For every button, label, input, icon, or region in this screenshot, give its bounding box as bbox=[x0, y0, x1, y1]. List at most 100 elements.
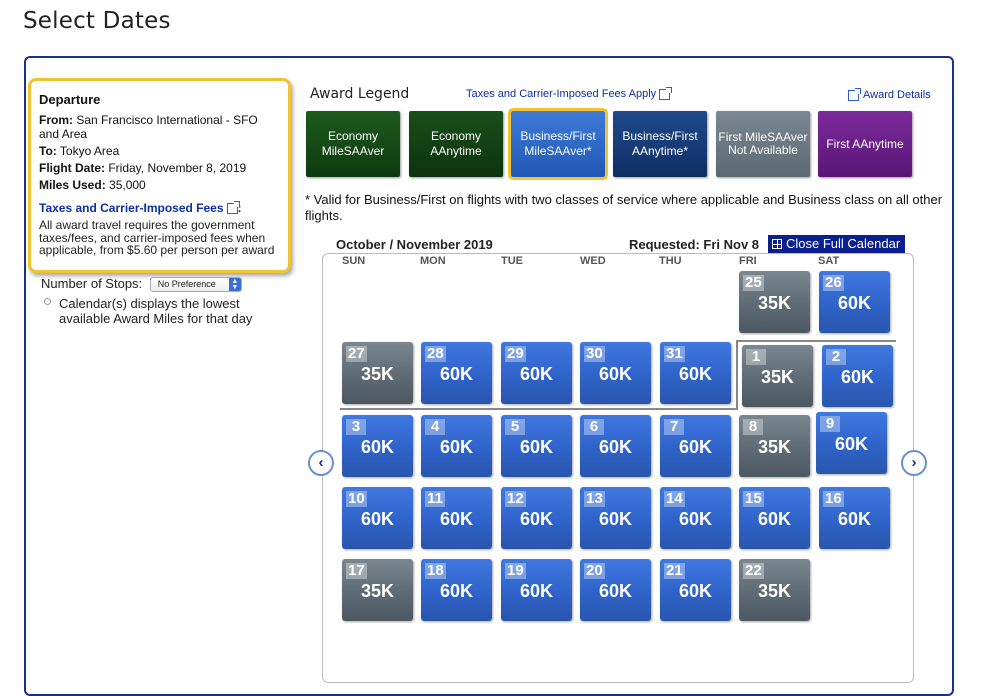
stops-filter: Number of Stops: No Preference ▲ ▼ bbox=[41, 276, 242, 293]
calendar-day[interactable]: 21 60K bbox=[660, 559, 731, 621]
calendar-day[interactable]: 29 60K bbox=[501, 342, 572, 404]
weekday-label: WED bbox=[580, 255, 606, 267]
calendar-day[interactable]: 22 35K bbox=[739, 559, 810, 621]
calendar-day[interactable]: 11 60K bbox=[421, 487, 492, 549]
from-row: From: San Francisco International - SFO … bbox=[39, 113, 280, 141]
weekday-label: TUE bbox=[501, 255, 523, 267]
calendar-day[interactable]: 1 35K bbox=[742, 345, 813, 407]
day-miles: 35K bbox=[757, 581, 792, 601]
external-link-icon bbox=[659, 86, 673, 100]
legend-business-first-milesaaver[interactable]: Business/First MileSAAver* bbox=[508, 108, 608, 180]
day-number: 29 bbox=[505, 345, 526, 362]
calendar-day[interactable]: 14 60K bbox=[660, 487, 731, 549]
calendar-day[interactable]: 30 60K bbox=[580, 342, 651, 404]
day-miles: 60K bbox=[678, 364, 713, 384]
departure-summary: Departure From: San Francisco Internatio… bbox=[28, 78, 291, 273]
day-number: 21 bbox=[664, 562, 685, 579]
taxes-fees-apply-link[interactable]: Taxes and Carrier-Imposed Fees Apply bbox=[466, 86, 673, 100]
day-number: 9 bbox=[820, 416, 840, 432]
calendar-month-label: October / November 2019 bbox=[336, 237, 493, 252]
prev-week-arrow-icon[interactable]: ‹ bbox=[308, 450, 334, 476]
legend-first-milesaaver-not-available: First MileSAAver Not Available bbox=[716, 111, 810, 177]
day-number: 30 bbox=[584, 345, 605, 362]
day-miles: 60K bbox=[519, 364, 554, 384]
day-miles: 60K bbox=[678, 581, 713, 601]
day-number: 14 bbox=[664, 490, 685, 507]
day-number: 31 bbox=[664, 345, 685, 362]
miles-used-row: Miles Used: 35,000 bbox=[39, 178, 280, 192]
calendar-day[interactable]: 3 60K bbox=[342, 415, 413, 477]
day-number: 4 bbox=[425, 419, 445, 435]
day-miles: 60K bbox=[519, 437, 554, 457]
day-number: 18 bbox=[425, 562, 446, 579]
close-full-calendar-label: Close Full Calendar bbox=[786, 236, 901, 251]
requested-date: Requested: Fri Nov 8 bbox=[629, 237, 760, 252]
miles-used-value: 35,000 bbox=[109, 178, 146, 192]
day-number: 17 bbox=[346, 562, 367, 579]
calendar-day[interactable]: 13 60K bbox=[580, 487, 651, 549]
calendar-day[interactable]: 20 60K bbox=[580, 559, 651, 621]
day-miles: 60K bbox=[598, 364, 633, 384]
day-number: 6 bbox=[584, 419, 604, 435]
legend-economy-aanytime: Economy AAnytime bbox=[409, 111, 503, 177]
weekday-label: SUN bbox=[342, 255, 366, 267]
award-details-link[interactable]: Award Details bbox=[848, 87, 931, 101]
calendar-day[interactable]: 6 60K bbox=[580, 415, 651, 477]
day-miles: 60K bbox=[598, 581, 633, 601]
next-week-arrow-icon[interactable]: › bbox=[901, 450, 927, 476]
calendar-day[interactable]: 5 60K bbox=[501, 415, 572, 477]
calendar-day[interactable]: 27 35K bbox=[342, 342, 413, 404]
calendar-day[interactable]: 10 60K bbox=[342, 487, 413, 549]
legend-business-first-aanytime[interactable]: Business/First AAnytime* bbox=[613, 111, 707, 177]
day-number: 15 bbox=[743, 490, 764, 507]
day-number: 3 bbox=[346, 419, 366, 435]
calendar-day[interactable]: 2 60K bbox=[822, 345, 893, 407]
calendar-day[interactable]: 12 60K bbox=[501, 487, 572, 549]
day-miles: 60K bbox=[834, 434, 869, 454]
fees-note: All award travel requires the government… bbox=[39, 218, 275, 257]
weekday-label: SAT bbox=[818, 255, 840, 267]
day-miles: 35K bbox=[360, 581, 395, 601]
flight-date-value: Friday, November 8, 2019 bbox=[108, 161, 247, 175]
day-number: 10 bbox=[346, 490, 367, 507]
day-miles: 35K bbox=[757, 293, 792, 313]
day-miles: 60K bbox=[439, 581, 474, 601]
external-link-icon[interactable] bbox=[226, 201, 240, 215]
day-miles: 60K bbox=[519, 581, 554, 601]
day-number: 27 bbox=[346, 345, 367, 362]
stops-label: Number of Stops: bbox=[41, 276, 143, 291]
calendar-day[interactable]: 9 60K bbox=[816, 412, 887, 474]
day-number: 16 bbox=[823, 490, 844, 507]
day-miles: 60K bbox=[439, 509, 474, 529]
day-number: 12 bbox=[505, 490, 526, 507]
day-miles: 60K bbox=[439, 437, 474, 457]
weekday-label: FRI bbox=[739, 255, 757, 267]
day-miles: 60K bbox=[598, 509, 633, 529]
stops-select[interactable]: No Preference ▲ ▼ bbox=[149, 277, 242, 293]
calendar-day[interactable]: 15 60K bbox=[739, 487, 810, 549]
day-miles: 35K bbox=[360, 364, 395, 384]
calendar-day[interactable]: 19 60K bbox=[501, 559, 572, 621]
legend-footnote: * Valid for Business/First on flights wi… bbox=[305, 192, 943, 223]
calendar-day[interactable]: 25 35K bbox=[739, 271, 810, 333]
calendar-day[interactable]: 17 35K bbox=[342, 559, 413, 621]
taxes-fees-link[interactable]: Taxes and Carrier-Imposed Fees bbox=[39, 201, 224, 215]
day-number: 2 bbox=[826, 349, 846, 365]
calendar-day[interactable]: 4 60K bbox=[421, 415, 492, 477]
calendar-day[interactable]: 8 35K bbox=[739, 415, 810, 477]
calendar-day[interactable]: 28 60K bbox=[421, 342, 492, 404]
calendar-day[interactable]: 7 60K bbox=[660, 415, 731, 477]
calendar-day[interactable]: 31 60K bbox=[660, 342, 731, 404]
day-miles: 60K bbox=[439, 364, 474, 384]
day-number: 11 bbox=[425, 491, 445, 507]
calendar-day[interactable]: 18 60K bbox=[421, 559, 492, 621]
day-miles: 60K bbox=[519, 509, 554, 529]
day-number: 25 bbox=[743, 274, 764, 291]
calendar-day[interactable]: 16 60K bbox=[819, 487, 890, 549]
legend-economy-milesaaver: Economy MileSAAver bbox=[306, 111, 400, 177]
legend-first-aanytime[interactable]: First AAnytime bbox=[818, 111, 912, 177]
to-label: To: bbox=[39, 144, 57, 158]
calendar-day[interactable]: 26 60K bbox=[819, 271, 890, 333]
select-arrows-icon: ▲ ▼ bbox=[228, 278, 241, 292]
close-full-calendar-button[interactable]: Close Full Calendar bbox=[768, 235, 905, 253]
